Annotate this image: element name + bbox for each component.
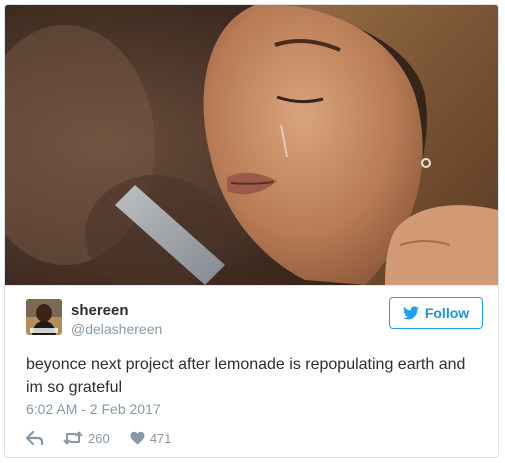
like-count: 471 [149, 430, 172, 446]
reply-button[interactable] [26, 431, 43, 445]
tweet-card: shereen @delashereen Follow beyonce next… [4, 4, 499, 458]
twitter-bird-icon [402, 306, 419, 320]
profile-picture [26, 299, 62, 335]
author-handle[interactable]: @delashereen [71, 321, 162, 337]
follow-label: Follow [424, 305, 470, 321]
retweet-count: 260 [88, 430, 110, 446]
follow-button[interactable]: Follow [389, 297, 483, 329]
tweet-photo[interactable] [5, 5, 498, 285]
tweet-timestamp[interactable]: 6:02 AM - 2 Feb 2017 [26, 401, 161, 417]
retweet-icon [63, 431, 83, 445]
tweet-text: beyonce next project after lemonade is r… [26, 356, 466, 396]
like-button[interactable]: 471 [130, 430, 172, 446]
author-avatar[interactable] [26, 299, 62, 335]
tweet-actions: 260 471 [26, 429, 171, 447]
media-divider [5, 285, 498, 286]
retweet-button[interactable]: 260 [63, 431, 110, 446]
author-name[interactable]: shereen [71, 302, 129, 319]
heart-icon [130, 431, 145, 445]
reply-icon [26, 431, 43, 445]
photo-of-crying-woman [5, 5, 498, 285]
